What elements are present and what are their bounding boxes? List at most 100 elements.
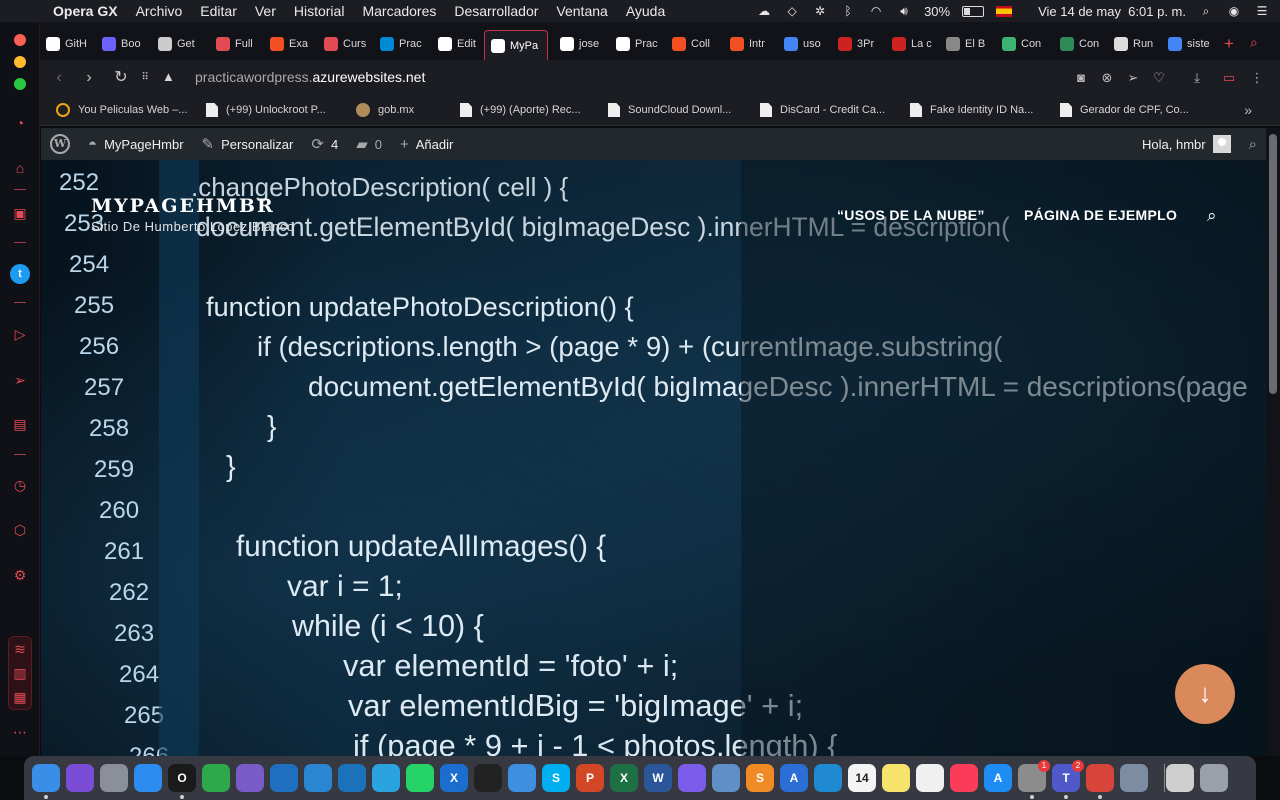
tab-11[interactable]: Coll [672, 32, 722, 56]
dock-messenger-icon[interactable] [678, 764, 706, 792]
wp-search-button[interactable]: ⌕ [1240, 128, 1266, 160]
tab-6[interactable]: Prac [380, 32, 430, 56]
tab-5[interactable]: Curs [324, 32, 374, 56]
download-icon[interactable]: ⤓ [1188, 69, 1206, 87]
network-limiter-icon[interactable]: ≋ [10, 639, 30, 659]
dock-telegram-icon[interactable] [372, 764, 400, 792]
wp-customize-link[interactable]: ✎ Personalizar [193, 128, 303, 160]
spotlight-search-icon[interactable]: ⌕ [1198, 4, 1214, 18]
cpu-limiter-icon[interactable]: ▦ [10, 687, 30, 707]
dock-finder-icon[interactable] [32, 764, 60, 792]
tab-3[interactable]: Full [216, 32, 266, 56]
settings-icon[interactable]: ⚙ [10, 565, 30, 585]
menu-editar[interactable]: Editar [191, 3, 246, 19]
diamond-icon[interactable]: ◇ [784, 4, 800, 18]
menu-app-name[interactable]: Opera GX [44, 3, 127, 19]
bookmark-item[interactable]: Gerador de CPF, Co... [1060, 103, 1189, 117]
dock-app-dark-icon[interactable] [474, 764, 502, 792]
forward-button[interactable]: › [80, 69, 98, 87]
tab-7[interactable]: Edit [438, 32, 488, 56]
dock-word-icon[interactable]: W [644, 764, 672, 792]
twitch-icon[interactable]: ▣ [10, 203, 30, 223]
bookmarks-overflow-icon[interactable]: » [1244, 102, 1252, 118]
volume-icon[interactable]: 🔊︎ [896, 4, 912, 18]
window-zoom-button[interactable] [14, 78, 26, 90]
battery-saver-icon[interactable]: ▭ [1220, 69, 1238, 87]
tab-1[interactable]: Boo [102, 32, 152, 56]
scrollbar-thumb[interactable] [1269, 134, 1277, 394]
bookmark-item[interactable]: (+99) (Aporte) Rec... [460, 103, 581, 117]
window-minimize-button[interactable] [14, 56, 26, 68]
reload-button[interactable]: ↻ [112, 69, 130, 87]
wp-updates-link[interactable]: ⟳ 4 [302, 128, 347, 160]
dock-notes-icon[interactable] [882, 764, 910, 792]
send-to-icon[interactable]: ➢ [1124, 69, 1142, 87]
extensions-icon[interactable]: ⬡ [10, 520, 30, 540]
tab-8[interactable]: MyPa [484, 30, 548, 60]
bluetooth-icon[interactable]: ᛒ [840, 4, 856, 18]
heart-icon[interactable]: ♡ [1150, 69, 1168, 87]
dock-trash-icon[interactable] [1200, 764, 1228, 792]
dock-siri-icon[interactable] [66, 764, 94, 792]
dock-photos-icon[interactable] [916, 764, 944, 792]
dock-app-purple-icon[interactable] [236, 764, 264, 792]
site-title[interactable]: MYPAGEHMBR [91, 195, 275, 217]
tab-9[interactable]: jose [560, 32, 610, 56]
snowflake-icon[interactable]: ✲ [812, 4, 828, 18]
dock-app-blue1-icon[interactable] [270, 764, 298, 792]
battery-icon[interactable] [962, 5, 985, 17]
send-icon[interactable]: ➢ [10, 370, 30, 390]
tab-4[interactable]: Exa [270, 32, 320, 56]
dock-sublime-icon[interactable]: S [746, 764, 774, 792]
wifi-icon[interactable]: ◠ [868, 4, 884, 18]
spanish-input-flag-icon[interactable] [996, 5, 1013, 17]
dock-remote-icon[interactable] [1086, 764, 1114, 792]
dock-app-blue2-icon[interactable] [304, 764, 332, 792]
wp-account-menu[interactable]: Hola, hmbr [1133, 128, 1240, 160]
dock-launchpad-icon[interactable] [100, 764, 128, 792]
dock-whatsapp-icon[interactable] [406, 764, 434, 792]
nav-link-usos-de-la-nube[interactable]: “USOS DE LA NUBE” [837, 207, 985, 223]
menu-historial[interactable]: Historial [285, 3, 354, 19]
bookmark-item[interactable]: SoundCloud Downl... [608, 103, 731, 117]
dock-opera-gx-icon[interactable]: O [168, 764, 196, 792]
dock-appstore-icon[interactable]: A [984, 764, 1012, 792]
snapshot-icon[interactable]: ◙ [1072, 69, 1090, 87]
tab-19[interactable]: Run [1114, 32, 1164, 56]
page-scrollbar[interactable] [1266, 128, 1280, 756]
tab-20[interactable]: siste [1168, 32, 1218, 56]
menu-desarrollador[interactable]: Desarrollador [445, 3, 547, 19]
ram-limiter-icon[interactable]: ▥ [10, 663, 30, 683]
tab-15[interactable]: La c [892, 32, 942, 56]
dock-app-a-icon[interactable]: A [780, 764, 808, 792]
history-icon[interactable]: ◷ [10, 475, 30, 495]
tab-16[interactable]: El B [946, 32, 996, 56]
wp-site-menu[interactable]: ◓ MyPageHmbr [79, 128, 193, 160]
bookmark-item[interactable]: Fake Identity ID Na... [910, 103, 1033, 117]
tab-0[interactable]: GitH [46, 32, 96, 56]
adblock-icon[interactable]: ⊗ [1098, 69, 1116, 87]
tab-13[interactable]: uso [784, 32, 834, 56]
dock-xcode-icon[interactable]: X [440, 764, 468, 792]
new-tab-button[interactable]: + [1224, 34, 1234, 54]
player-icon[interactable]: ▷ [10, 324, 30, 344]
wp-logo-button[interactable]: W [41, 128, 79, 160]
dock-app-screen-icon[interactable] [1166, 764, 1194, 792]
url-field[interactable]: practicawordpress.azurewebsites.net [195, 69, 425, 85]
dock-preview-icon[interactable] [712, 764, 740, 792]
bookmark-item[interactable]: You Peliculas Web –... [56, 103, 187, 117]
menu-ventana[interactable]: Ventana [547, 3, 616, 19]
not-secure-warning-icon[interactable]: ▲ [162, 69, 175, 84]
dots-icon[interactable]: ⠿ [136, 69, 154, 87]
gx-control-icon[interactable]: ◔ [10, 113, 30, 133]
menu-archivo[interactable]: Archivo [127, 3, 192, 19]
menu-marcadores[interactable]: Marcadores [353, 3, 445, 19]
clock[interactable]: Vie 14 de may 6:01 p. m. [1038, 4, 1186, 19]
siri-icon[interactable]: ◉ [1226, 4, 1242, 18]
window-close-button[interactable] [14, 34, 26, 46]
site-search-icon[interactable]: ⌕ [1207, 206, 1217, 226]
scroll-down-button[interactable]: ↓ [1175, 664, 1235, 724]
wp-comments-link[interactable]: ▰ 0 [347, 128, 391, 160]
tab-18[interactable]: Con [1060, 32, 1110, 56]
tab-12[interactable]: Intr [730, 32, 780, 56]
